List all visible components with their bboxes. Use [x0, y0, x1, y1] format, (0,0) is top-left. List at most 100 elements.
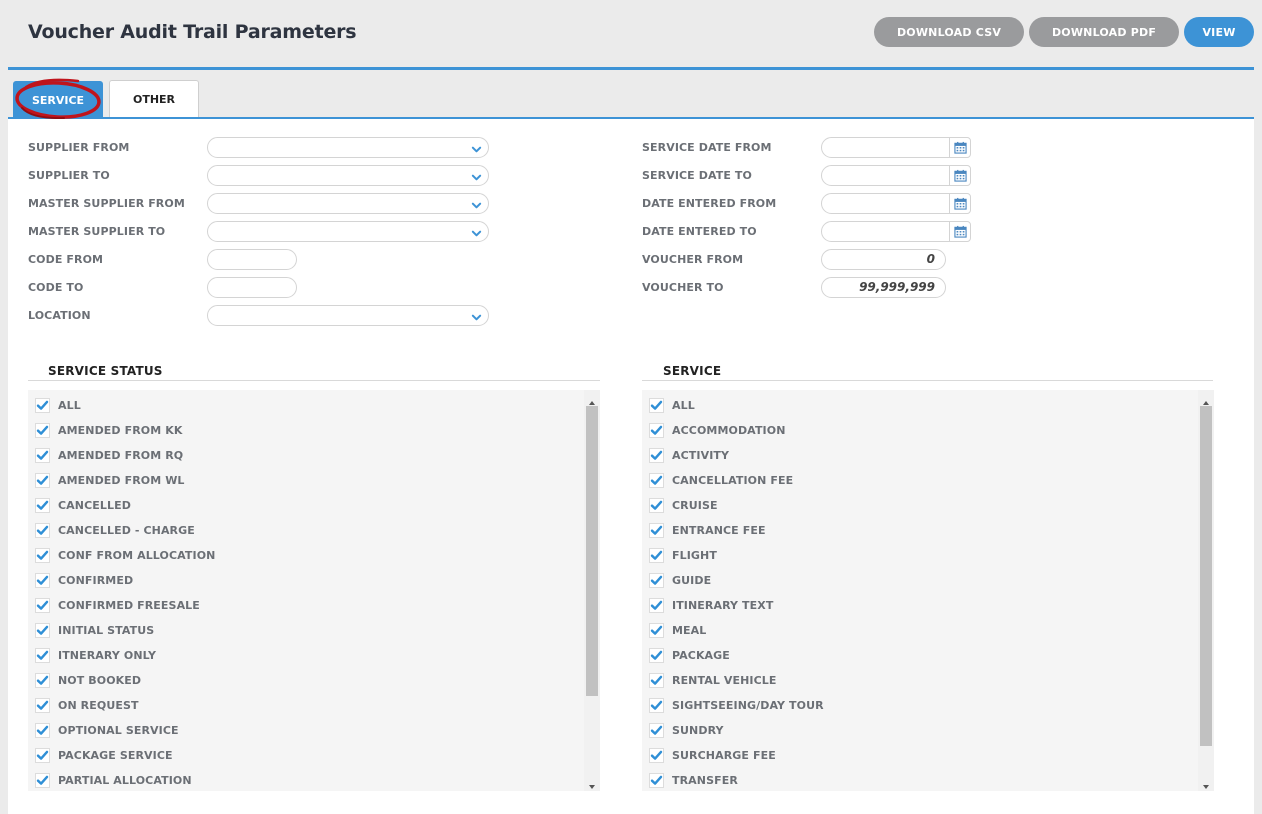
checkbox[interactable]: [35, 623, 50, 638]
list-item[interactable]: SUNDRY: [642, 718, 1192, 743]
calendar-icon[interactable]: [949, 138, 970, 157]
checkbox[interactable]: [35, 648, 50, 663]
list-item[interactable]: FLIGHT: [642, 543, 1192, 568]
checkbox[interactable]: [649, 723, 664, 738]
scrollbar-thumb[interactable]: [586, 406, 598, 696]
list-item[interactable]: ACTIVITY: [642, 443, 1192, 468]
master-supplier-from-select[interactable]: [207, 193, 489, 214]
checkbox[interactable]: [649, 573, 664, 588]
checkbox[interactable]: [35, 398, 50, 413]
checkbox[interactable]: [649, 423, 664, 438]
supplier-to-select[interactable]: [207, 165, 489, 186]
scrollbar[interactable]: [584, 390, 600, 791]
calendar-icon[interactable]: [949, 166, 970, 185]
scroll-up-arrow-icon[interactable]: [588, 394, 596, 405]
checkbox[interactable]: [35, 698, 50, 713]
date-entered-from-date-input[interactable]: [821, 193, 971, 214]
list-item[interactable]: SIGHTSEEING/DAY TOUR: [642, 693, 1192, 718]
list-item[interactable]: AMENDED FROM KK: [28, 418, 578, 443]
list-item[interactable]: CANCELLED: [28, 493, 578, 518]
service-status-list[interactable]: ALL AMENDED FROM KK AMENDED FROM RQ AMENDED…: [28, 390, 600, 791]
checkbox[interactable]: [35, 723, 50, 738]
date-entered-to-date-input[interactable]: [821, 221, 971, 242]
list-item[interactable]: ON REQUEST: [28, 693, 578, 718]
checkbox[interactable]: [35, 423, 50, 438]
download-csv-button[interactable]: DOWNLOAD CSV: [874, 17, 1024, 47]
list-item[interactable]: ENTRANCE FEE: [642, 518, 1192, 543]
view-button[interactable]: VIEW: [1184, 17, 1254, 47]
field-label-date-entered-from: DATE ENTERED FROM: [642, 197, 777, 210]
list-item[interactable]: ITNERARY ONLY: [28, 643, 578, 668]
list-item[interactable]: CRUISE: [642, 493, 1192, 518]
list-item[interactable]: CANCELLATION FEE: [642, 468, 1192, 493]
list-item[interactable]: ALL: [28, 393, 578, 418]
voucher-to-input[interactable]: 99,999,999: [821, 277, 946, 298]
checkbox[interactable]: [35, 773, 50, 788]
voucher-from-input[interactable]: 0: [821, 249, 946, 270]
list-item[interactable]: SURCHARGE FEE: [642, 743, 1192, 768]
list-item-label: SIGHTSEEING/DAY TOUR: [672, 699, 824, 712]
service-date-from-date-input[interactable]: [821, 137, 971, 158]
checkbox[interactable]: [649, 773, 664, 788]
scroll-down-arrow-icon[interactable]: [1202, 778, 1210, 789]
list-item[interactable]: AMENDED FROM RQ: [28, 443, 578, 468]
checkbox[interactable]: [649, 398, 664, 413]
service-date-to-date-input[interactable]: [821, 165, 971, 186]
location-select[interactable]: [207, 305, 489, 326]
checkbox[interactable]: [649, 673, 664, 688]
list-item[interactable]: PACKAGE: [642, 643, 1192, 668]
list-item[interactable]: PARTIAL ALLOCATION: [28, 768, 578, 791]
list-item[interactable]: AMENDED FROM WL: [28, 468, 578, 493]
tab-service[interactable]: SERVICE: [13, 81, 103, 119]
scrollbar-thumb[interactable]: [1200, 406, 1212, 746]
list-item[interactable]: INITIAL STATUS: [28, 618, 578, 643]
checkbox[interactable]: [35, 548, 50, 563]
list-item[interactable]: ALL: [642, 393, 1192, 418]
checkbox[interactable]: [649, 498, 664, 513]
list-item[interactable]: MEAL: [642, 618, 1192, 643]
checkbox[interactable]: [649, 473, 664, 488]
list-item[interactable]: CONFIRMED FREESALE: [28, 593, 578, 618]
scrollbar[interactable]: [1198, 390, 1214, 791]
list-item[interactable]: GUIDE: [642, 568, 1192, 593]
list-item[interactable]: CONFIRMED: [28, 568, 578, 593]
list-item[interactable]: CONF FROM ALLOCATION: [28, 543, 578, 568]
supplier-from-select[interactable]: [207, 137, 489, 158]
code-from-input[interactable]: [207, 249, 297, 270]
list-item-label: AMENDED FROM KK: [58, 424, 183, 437]
list-item[interactable]: OPTIONAL SERVICE: [28, 718, 578, 743]
checkbox[interactable]: [649, 748, 664, 763]
tab-other[interactable]: OTHER: [109, 80, 199, 117]
checkbox[interactable]: [35, 473, 50, 488]
checkbox[interactable]: [649, 598, 664, 613]
master-supplier-to-select[interactable]: [207, 221, 489, 242]
download-pdf-button[interactable]: DOWNLOAD PDF: [1029, 17, 1179, 47]
scroll-up-arrow-icon[interactable]: [1202, 394, 1210, 405]
checkbox[interactable]: [649, 523, 664, 538]
list-item[interactable]: ITINERARY TEXT: [642, 593, 1192, 618]
checkbox[interactable]: [649, 623, 664, 638]
calendar-icon[interactable]: [949, 222, 970, 241]
list-item[interactable]: RENTAL VEHICLE: [642, 668, 1192, 693]
list-item[interactable]: PACKAGE SERVICE: [28, 743, 578, 768]
checkbox[interactable]: [35, 498, 50, 513]
checkbox[interactable]: [35, 598, 50, 613]
list-item[interactable]: ACCOMMODATION: [642, 418, 1192, 443]
list-item[interactable]: CANCELLED - CHARGE: [28, 518, 578, 543]
checkbox[interactable]: [649, 648, 664, 663]
code-to-input[interactable]: [207, 277, 297, 298]
checkbox[interactable]: [649, 548, 664, 563]
calendar-icon[interactable]: [949, 194, 970, 213]
service-list[interactable]: ALL ACCOMMODATION ACTIVITY CANCELLATION FEE…: [642, 390, 1214, 791]
list-item[interactable]: NOT BOOKED: [28, 668, 578, 693]
checkbox[interactable]: [35, 673, 50, 688]
checkbox[interactable]: [35, 748, 50, 763]
checkbox[interactable]: [35, 573, 50, 588]
checkbox[interactable]: [35, 523, 50, 538]
scroll-down-arrow-icon[interactable]: [588, 778, 596, 789]
field-label-voucher-from: VOUCHER FROM: [642, 253, 744, 266]
checkbox[interactable]: [35, 448, 50, 463]
list-item[interactable]: TRANSFER: [642, 768, 1192, 791]
checkbox[interactable]: [649, 448, 664, 463]
checkbox[interactable]: [649, 698, 664, 713]
